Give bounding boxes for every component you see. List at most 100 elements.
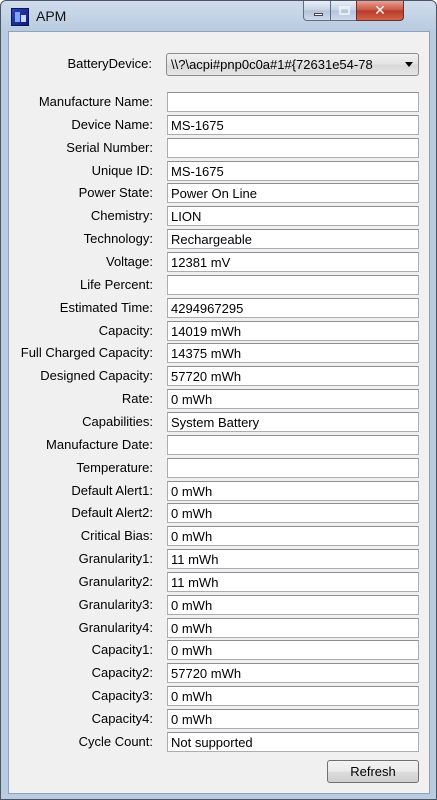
field-row: Default Alert2: 0 mWh — [9, 503, 429, 524]
field-value-box[interactable]: 57720 mWh — [167, 663, 419, 684]
field-row: Capacity4: 0 mWh — [9, 709, 429, 729]
refresh-button[interactable]: Refresh — [327, 760, 419, 783]
chevron-down-icon[interactable] — [405, 62, 413, 67]
field-label: Manufacture Name: — [38, 94, 153, 109]
field-label: Default Alert2: — [71, 505, 153, 521]
close-button[interactable]: ✕ — [356, 1, 404, 21]
client-area: BatteryDevice: \\?\acpi#pnp0c0a#1#{72631… — [8, 31, 430, 794]
field-value-box[interactable]: LION — [167, 206, 419, 227]
field-value: Not supported — [171, 734, 253, 750]
field-value-box[interactable]: 0 mWh — [167, 526, 419, 547]
field-value-box[interactable] — [167, 434, 419, 455]
field-row: Temperature: — [9, 457, 429, 478]
field-value-box[interactable] — [167, 274, 419, 295]
field-row: Granularity3: 0 mWh — [9, 594, 429, 615]
field-value-box[interactable]: System Battery — [167, 411, 419, 432]
field-row: Rate: 0 mWh — [9, 389, 429, 410]
field-row: Device Name: MS-1675 — [9, 114, 429, 135]
field-value-box[interactable]: 11 mWh — [167, 571, 419, 592]
field-value: 0 mWh — [171, 689, 213, 705]
apm-window: APM ✕ BatteryDevice: \\?\acpi#pnp0c0a#1#… — [0, 0, 437, 800]
field-label: Temperature: — [76, 459, 153, 475]
field-value-box[interactable]: MS-1675 — [167, 160, 419, 181]
field-row: Capabilities: System Battery — [9, 411, 429, 432]
field-row: Capacity: 14019 mWh — [9, 320, 429, 341]
battery-device-select[interactable]: \\?\acpi#pnp0c0a#1#{72631e54-78 — [166, 53, 419, 76]
field-value: 0 mWh — [171, 392, 213, 408]
field-value: 11 mWh — [171, 552, 219, 567]
field-value-box[interactable]: 0 mWh — [167, 389, 419, 410]
field-label: Granularity2: — [78, 573, 153, 589]
field-row: Serial Number: — [9, 137, 429, 158]
field-label: Technology: — [83, 231, 153, 247]
field-value-box[interactable]: 11 mWh — [167, 549, 419, 569]
field-value-box[interactable]: Power On Line — [167, 183, 419, 204]
field-row: Critical Bias: 0 mWh — [9, 526, 429, 547]
field-label: Critical Bias: — [80, 528, 153, 544]
field-value-box[interactable] — [167, 92, 419, 112]
field-label: Power State: — [78, 185, 153, 201]
maximize-button[interactable] — [330, 1, 357, 21]
field-value: 0 mWh — [171, 483, 213, 499]
field-value-box[interactable]: 0 mWh — [167, 709, 419, 729]
field-row: Capacity1: 0 mWh — [9, 640, 429, 661]
field-value-box[interactable]: Not supported — [167, 731, 419, 752]
field-value: 57720 mWh — [171, 666, 242, 682]
field-row: Designed Capacity: 57720 mWh — [9, 366, 429, 387]
field-label: Full Charged Capacity: — [20, 345, 153, 361]
field-value-box[interactable]: MS-1675 — [167, 114, 419, 135]
field-value-box[interactable] — [167, 457, 419, 478]
field-label: Capacity4: — [91, 711, 153, 726]
app-icon — [11, 8, 29, 26]
field-row: Unique ID: MS-1675 — [9, 160, 429, 181]
field-row: Power State: Power On Line — [9, 183, 429, 204]
title-bar[interactable]: APM ✕ — [1, 1, 436, 31]
field-value: 0 mWh — [171, 620, 213, 636]
field-value-box[interactable]: 0 mWh — [167, 503, 419, 524]
field-row: Full Charged Capacity: 14375 mWh — [9, 343, 429, 364]
field-value-box[interactable]: 12381 mV — [167, 252, 419, 272]
field-value: 0 mWh — [171, 712, 213, 727]
field-label: Capacity1: — [91, 642, 153, 658]
field-value: MS-1675 — [171, 163, 224, 179]
field-label: Unique ID: — [91, 162, 153, 178]
field-value-box[interactable] — [167, 137, 419, 158]
field-value: 57720 mWh — [171, 369, 242, 385]
field-value-box[interactable]: 14375 mWh — [167, 343, 419, 364]
field-label: Serial Number: — [66, 139, 153, 155]
field-label: Cycle Count: — [78, 733, 153, 749]
field-value-box[interactable]: 0 mWh — [167, 617, 419, 638]
field-label: Capacity2: — [91, 665, 153, 681]
minimize-button[interactable] — [303, 1, 331, 21]
field-label: Default Alert1: — [71, 482, 153, 498]
field-value-box[interactable]: Rechargeable — [167, 229, 419, 250]
field-row: Granularity4: 0 mWh — [9, 617, 429, 638]
field-row: Manufacture Date: — [9, 434, 429, 455]
field-value-box[interactable]: 14019 mWh — [167, 320, 419, 341]
field-label: Capacity: — [98, 322, 153, 338]
field-value: LION — [171, 209, 202, 225]
field-label: Designed Capacity: — [40, 368, 153, 384]
field-value: 14019 mWh — [171, 323, 242, 339]
field-row: Capacity2: 57720 mWh — [9, 663, 429, 684]
field-value: System Battery — [171, 414, 260, 430]
field-label: Granularity4: — [78, 619, 153, 635]
field-label: Estimated Time: — [59, 299, 153, 315]
field-label: Manufacture Date: — [46, 436, 153, 452]
maximize-icon — [339, 6, 350, 15]
field-row: Life Percent: — [9, 274, 429, 295]
close-icon: ✕ — [374, 2, 386, 18]
field-value-box[interactable]: 0 mWh — [167, 594, 419, 615]
field-row: Manufacture Name: — [9, 92, 429, 112]
field-value-box[interactable]: 4294967295 — [167, 297, 419, 318]
field-value: Power On Line — [171, 186, 257, 202]
field-row: Voltage: 12381 mV — [9, 252, 429, 272]
field-value: 0 mWh — [171, 506, 213, 522]
field-label: Granularity3: — [78, 596, 153, 612]
field-value-box[interactable]: 0 mWh — [167, 480, 419, 501]
field-row: Chemistry: LION — [9, 206, 429, 227]
field-value-box[interactable]: 0 mWh — [167, 640, 419, 661]
field-value-box[interactable]: 57720 mWh — [167, 366, 419, 387]
field-row: Default Alert1: 0 mWh — [9, 480, 429, 501]
field-value-box[interactable]: 0 mWh — [167, 686, 419, 707]
